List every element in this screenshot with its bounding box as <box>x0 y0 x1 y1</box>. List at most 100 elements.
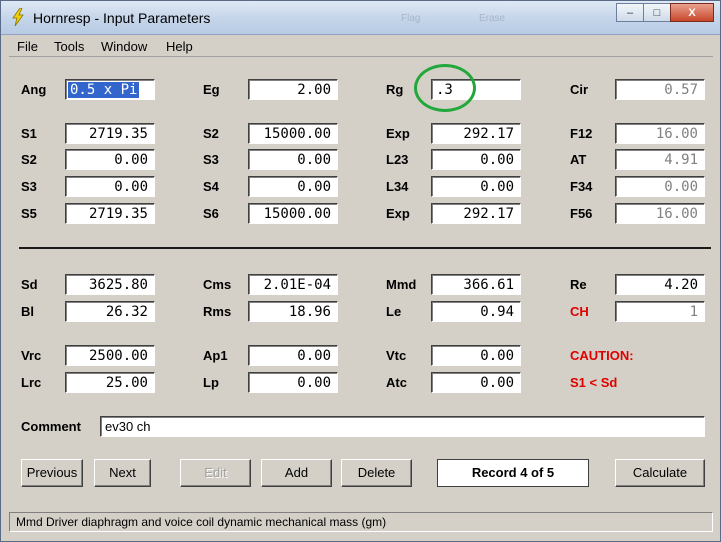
hornresp-window: Hornresp - Input Parameters Flag Erase –… <box>0 0 721 542</box>
close-icon: X <box>688 6 696 19</box>
l23-label: L23 <box>386 152 409 167</box>
vrc-label: Vrc <box>21 348 42 363</box>
s5-label: S5 <box>21 206 37 221</box>
s3-right-field[interactable]: 0.00 <box>248 149 338 170</box>
sd-field[interactable]: 3625.80 <box>65 274 155 295</box>
re-label: Re <box>570 277 587 292</box>
re-field[interactable]: 4.20 <box>615 274 705 295</box>
menu-window[interactable]: Window <box>101 39 147 54</box>
ch-field: 1 <box>615 301 705 322</box>
l23-field[interactable]: 0.00 <box>431 149 521 170</box>
s6-field[interactable]: 15000.00 <box>248 203 338 224</box>
l34-field[interactable]: 0.00 <box>431 176 521 197</box>
s2-right-label: S2 <box>203 126 219 141</box>
exp1-field[interactable]: 292.17 <box>431 123 521 144</box>
caution-message: S1 < Sd <box>570 375 618 390</box>
s2-field[interactable]: 0.00 <box>65 149 155 170</box>
highlight-circle-annotation <box>414 64 476 112</box>
bl-field[interactable]: 26.32 <box>65 301 155 322</box>
s4-field[interactable]: 0.00 <box>248 176 338 197</box>
rg-label: Rg <box>386 82 404 97</box>
s3-label: S3 <box>21 179 37 194</box>
vtc-field[interactable]: 0.00 <box>431 345 521 366</box>
cms-label: Cms <box>203 277 232 292</box>
sd-label: Sd <box>21 277 38 292</box>
section-divider <box>19 247 711 249</box>
bl-label: Bl <box>21 304 34 319</box>
ang-field[interactable]: 0.5 x Pi <box>65 79 155 100</box>
l34-label: L34 <box>386 179 409 194</box>
caution-title: CAUTION: <box>570 348 634 363</box>
comment-field[interactable]: ev30 ch <box>100 416 705 437</box>
rms-field[interactable]: 18.96 <box>248 301 338 322</box>
s5-field[interactable]: 2719.35 <box>65 203 155 224</box>
rms-label: Rms <box>203 304 232 319</box>
background-erase-label: Erase <box>479 13 506 24</box>
le-label: Le <box>386 304 402 319</box>
s1-field[interactable]: 2719.35 <box>65 123 155 144</box>
cir-label: Cir <box>570 82 589 97</box>
next-button[interactable]: Next <box>94 459 151 487</box>
ap1-label: Ap1 <box>203 348 228 363</box>
mmd-field[interactable]: 366.61 <box>431 274 521 295</box>
lp-field[interactable]: 0.00 <box>248 372 338 393</box>
s6-label: S6 <box>203 206 219 221</box>
vtc-label: Vtc <box>386 348 407 363</box>
s3-field[interactable]: 0.00 <box>65 176 155 197</box>
f56-field: 16.00 <box>615 203 705 224</box>
lightning-app-icon <box>12 8 24 26</box>
mmd-label: Mmd <box>386 277 417 292</box>
le-field[interactable]: 0.94 <box>431 301 521 322</box>
menu-tools[interactable]: Tools <box>54 39 84 54</box>
cir-field: 0.57 <box>615 79 705 100</box>
f34-label: F34 <box>570 179 593 194</box>
minimize-icon: – <box>626 6 634 19</box>
s1-label: S1 <box>21 126 37 141</box>
calculate-button[interactable]: Calculate <box>615 459 705 487</box>
ap1-field[interactable]: 0.00 <box>248 345 338 366</box>
lrc-field[interactable]: 25.00 <box>65 372 155 393</box>
eg-field[interactable]: 2.00 <box>248 79 338 100</box>
s4-label: S4 <box>203 179 219 194</box>
cms-field[interactable]: 2.01E-04 <box>248 274 338 295</box>
at-field: 4.91 <box>615 149 705 170</box>
ang-value: 0.5 x Pi <box>68 82 140 98</box>
record-indicator: Record 4 of 5 <box>437 459 589 487</box>
ch-label: CH <box>570 304 589 319</box>
delete-button[interactable]: Delete <box>341 459 412 487</box>
background-flag-label: Flag <box>401 13 421 24</box>
menu-bar: File Tools Window Help <box>9 36 713 57</box>
exp2-field[interactable]: 292.17 <box>431 203 521 224</box>
at-label: AT <box>570 152 587 167</box>
menu-help[interactable]: Help <box>166 39 193 54</box>
f34-field: 0.00 <box>615 176 705 197</box>
input-parameters-panel: Ang 0.5 x Pi Eg 2.00 Rg .3 Cir 0.57 S1 2… <box>9 59 713 510</box>
add-button[interactable]: Add <box>261 459 332 487</box>
s2-label: S2 <box>21 152 37 167</box>
ang-label: Ang <box>21 82 47 97</box>
maximize-icon: □ <box>653 6 661 19</box>
exp1-label: Exp <box>386 126 410 141</box>
atc-field[interactable]: 0.00 <box>431 372 521 393</box>
eg-label: Eg <box>203 82 220 97</box>
f56-label: F56 <box>570 206 593 221</box>
s3-right-label: S3 <box>203 152 219 167</box>
atc-label: Atc <box>386 375 407 390</box>
close-button[interactable]: X <box>670 3 714 22</box>
exp2-label: Exp <box>386 206 410 221</box>
status-bar: Mmd Driver diaphragm and voice coil dyna… <box>9 512 713 532</box>
vrc-field[interactable]: 2500.00 <box>65 345 155 366</box>
minimize-button[interactable]: – <box>616 3 644 22</box>
comment-label: Comment <box>21 419 81 434</box>
title-bar[interactable]: Hornresp - Input Parameters Flag Erase –… <box>1 1 720 35</box>
f12-label: F12 <box>570 126 593 141</box>
previous-button[interactable]: Previous <box>21 459 83 487</box>
edit-button[interactable]: Edit <box>180 459 251 487</box>
maximize-button[interactable]: □ <box>643 3 671 22</box>
f12-field: 16.00 <box>615 123 705 144</box>
s2-right-field[interactable]: 15000.00 <box>248 123 338 144</box>
window-title: Hornresp - Input Parameters <box>33 10 211 26</box>
lp-label: Lp <box>203 375 219 390</box>
lrc-label: Lrc <box>21 375 42 390</box>
menu-file[interactable]: File <box>17 39 38 54</box>
